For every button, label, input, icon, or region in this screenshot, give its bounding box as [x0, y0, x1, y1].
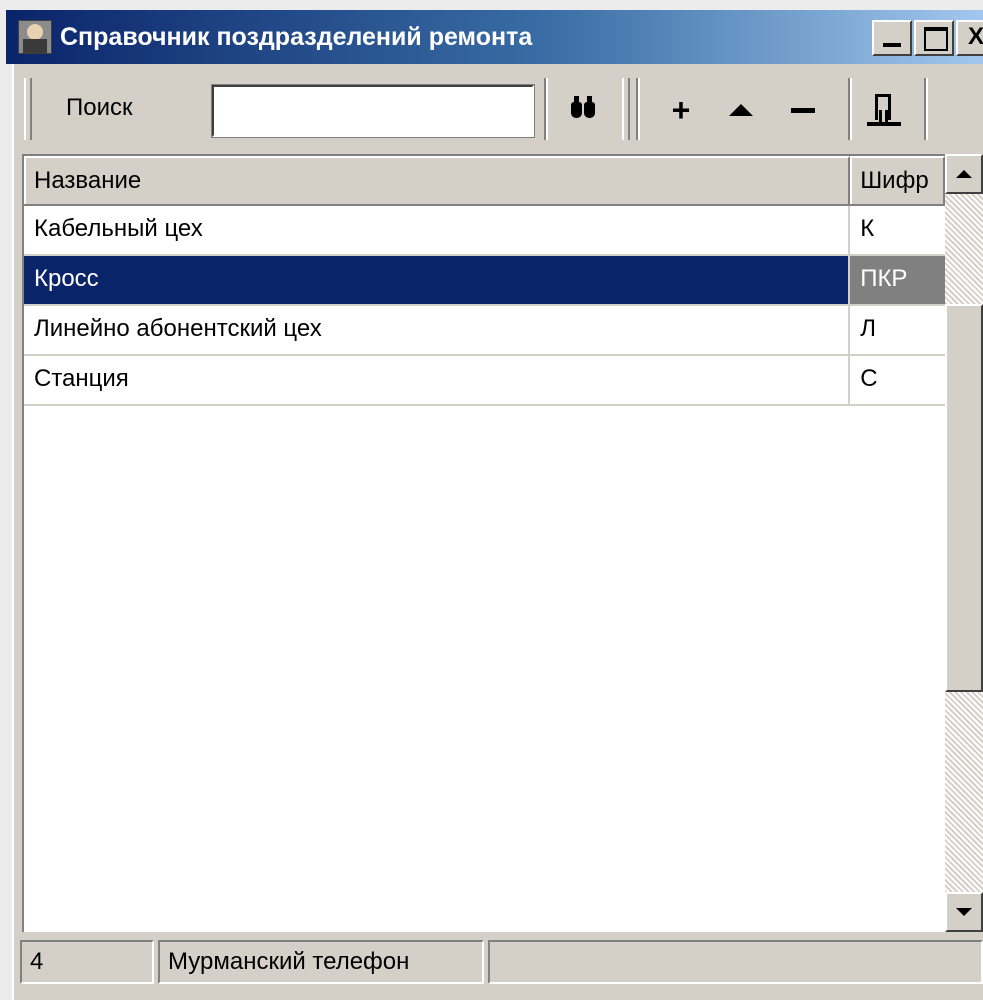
scroll-down-button[interactable]: [945, 892, 983, 932]
cell-name[interactable]: Кабельный цех: [24, 206, 851, 254]
toolbar-grip-2[interactable]: [622, 78, 630, 140]
remove-button[interactable]: [780, 86, 826, 134]
app-icon: [18, 20, 52, 54]
scroll-up-button[interactable]: [945, 154, 983, 194]
toolbar-separator-4: [924, 78, 928, 140]
toolbar-grip[interactable]: [24, 78, 32, 140]
minimize-button[interactable]: [872, 20, 912, 56]
grid-header: Название Шифр: [24, 156, 945, 206]
cell-code[interactable]: К: [850, 206, 945, 254]
column-header-name[interactable]: Название: [24, 156, 851, 204]
arrow-up-icon: [956, 170, 972, 178]
window-controls: X: [872, 20, 983, 56]
cell-name[interactable]: Кросс: [24, 256, 851, 304]
toolbar-separator-2: [636, 78, 640, 140]
cell-name[interactable]: Станция: [24, 356, 851, 404]
title-bar[interactable]: Справочник поздразделений ремонта X: [6, 10, 983, 64]
close-button[interactable]: X: [956, 20, 983, 56]
exit-button[interactable]: [862, 86, 908, 134]
status-record-count: 4: [20, 940, 154, 984]
cell-code[interactable]: С: [850, 356, 945, 404]
scroll-thumb[interactable]: [945, 304, 983, 692]
status-company: Мурманский телефон: [158, 940, 484, 984]
add-button[interactable]: +: [658, 86, 704, 134]
move-up-button[interactable]: [718, 86, 764, 134]
binoculars-icon: [571, 96, 595, 118]
cell-code[interactable]: Л: [850, 306, 945, 354]
table-row-selected[interactable]: Кросс ПКР: [24, 256, 945, 306]
minus-icon: [791, 107, 815, 113]
vertical-scrollbar[interactable]: [945, 154, 983, 932]
toolbar-separator: [544, 78, 548, 140]
search-input[interactable]: [211, 84, 535, 138]
exit-door-icon: [867, 92, 903, 128]
table-row[interactable]: Линейно абонентский цех Л: [24, 306, 945, 356]
arrow-down-icon: [956, 908, 972, 916]
status-bar: 4 Мурманский телефон: [18, 936, 983, 989]
search-label: Поиск: [66, 94, 133, 121]
triangle-up-icon: [729, 104, 753, 116]
toolbar: Поиск +: [22, 72, 983, 148]
table-row[interactable]: Кабельный цех К: [24, 206, 945, 256]
cell-code[interactable]: ПКР: [850, 256, 945, 304]
find-button[interactable]: [560, 86, 606, 134]
toolbar-separator-3: [848, 78, 852, 140]
maximize-button[interactable]: [914, 20, 954, 56]
status-extra: [488, 940, 983, 984]
window-title: Справочник поздразделений ремонта: [60, 22, 533, 51]
departments-grid[interactable]: Название Шифр Кабельный цех К Кросс ПКР …: [22, 154, 945, 932]
table-row[interactable]: Станция С: [24, 356, 945, 406]
cell-name[interactable]: Линейно абонентский цех: [24, 306, 851, 354]
column-header-code[interactable]: Шифр: [850, 156, 945, 204]
